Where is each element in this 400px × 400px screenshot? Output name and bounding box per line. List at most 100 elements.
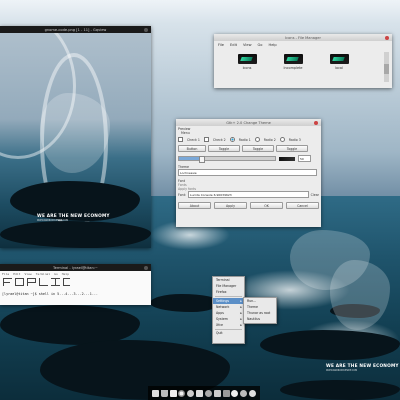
- folder-label: Icons: [242, 66, 252, 70]
- folder-item[interactable]: Incomplete: [282, 54, 304, 70]
- root-menu: Terminal File Manager Firefox Settings ▸ …: [212, 276, 245, 344]
- menu-terminal[interactable]: Terminal: [36, 272, 50, 276]
- folder-label: Incomplete: [283, 66, 303, 70]
- user-icon[interactable]: [231, 389, 239, 397]
- settings-submenu: Run... Theme Thunar as root Nautilus: [243, 297, 277, 324]
- scrollbar-thumb[interactable]: [384, 64, 389, 74]
- folder-icon: [329, 54, 349, 64]
- font-row: Font: Lucida Console 6.90039623 Clear: [178, 191, 319, 198]
- chevron-right-icon: ▸: [240, 316, 242, 321]
- window-titlebar[interactable]: Gtk+ 2.0 Change Theme: [176, 119, 321, 126]
- menu-help[interactable]: Help: [269, 43, 277, 47]
- window-title: Gtk+ 2.0 Change Theme: [226, 120, 271, 125]
- chevron-right-icon: ▸: [240, 310, 242, 315]
- window-titlebar[interactable]: Icons - File Manager: [214, 34, 392, 41]
- close-icon[interactable]: [144, 27, 148, 32]
- terminal-window[interactable]: Terminal - lyrael@titan:~ File Edit View…: [0, 264, 151, 305]
- window-title: gnome-code.png [1 - 11] - Gqview: [44, 27, 107, 32]
- menu-go[interactable]: Go: [258, 43, 263, 47]
- folder-item[interactable]: local: [328, 54, 350, 70]
- window-titlebar[interactable]: Terminal - lyrael@titan:~: [0, 264, 151, 271]
- terminal-command: shell in 5...4...3...2...1...: [38, 292, 98, 296]
- check-1-label: Check 1: [187, 137, 200, 142]
- apply-button[interactable]: Apply: [214, 202, 247, 209]
- preview-button[interactable]: Button: [178, 145, 206, 152]
- terminal-line: [lyrael@titan ~]$ shell in 5...4...3...2…: [0, 292, 151, 296]
- spin-field[interactable]: 50: [298, 155, 311, 162]
- button-row: Button Toggle Toggle Toggle: [178, 145, 319, 152]
- window-title: Icons - File Manager: [285, 35, 321, 40]
- terminal-icon[interactable]: [151, 389, 159, 397]
- radio-1-label: Radio 1: [238, 137, 251, 142]
- dialog-buttons: About Apply OK Cancel: [178, 202, 319, 209]
- chevron-right-icon: ▸: [240, 322, 242, 327]
- clear-button[interactable]: Clear: [311, 193, 319, 197]
- chevron-right-icon: ▸: [240, 304, 242, 309]
- close-icon[interactable]: [385, 35, 389, 40]
- radio-2-label: Radio 2: [263, 137, 276, 142]
- toggle-button-3[interactable]: Toggle: [276, 145, 308, 152]
- window-title: Terminal - lyrael@titan:~: [53, 265, 98, 270]
- preview-menu[interactable]: Menu: [178, 131, 319, 135]
- terminal-body[interactable]: File Edit View Terminal Go Help [lyrael@…: [0, 271, 151, 305]
- radio-2[interactable]: [254, 137, 260, 142]
- close-icon[interactable]: [314, 120, 318, 125]
- menu-file[interactable]: File: [218, 43, 224, 47]
- slider-fill: [179, 157, 201, 160]
- image-watermark: WE ARE THE NEW ECONOMY WWW.ANDROIDUPSIDE…: [37, 214, 110, 222]
- slider-row: 50: [178, 155, 319, 163]
- window-titlebar[interactable]: gnome-code.png [1 - 11] - Gqview: [0, 26, 151, 33]
- home-icon[interactable]: [169, 389, 177, 397]
- toggle-button-1[interactable]: Toggle: [208, 145, 240, 152]
- menu-help[interactable]: Help: [62, 272, 69, 276]
- desktop-watermark: WE ARE THE NEW ECONOMY WWW.ANDROIDUPSIDE…: [326, 364, 399, 372]
- firefox-icon[interactable]: [178, 389, 186, 397]
- about-button[interactable]: About: [178, 202, 211, 209]
- submenu-item-nautilus[interactable]: Nautilus: [244, 316, 276, 322]
- menu-go[interactable]: Go: [54, 272, 58, 276]
- font-field[interactable]: Lucida Console 6.90039623: [188, 191, 309, 198]
- preview-slider[interactable]: [178, 156, 276, 163]
- toggle-button-2[interactable]: Toggle: [242, 145, 274, 152]
- chevron-right-icon: ▸: [240, 298, 242, 303]
- theme-select[interactable]: Lochnessie: [178, 169, 317, 176]
- cancel-button[interactable]: Cancel: [286, 202, 319, 209]
- quit-icon[interactable]: [249, 389, 257, 397]
- menu-item-xfce[interactable]: Xfce ▸: [213, 322, 244, 328]
- trash-icon[interactable]: [160, 389, 168, 397]
- ok-button[interactable]: OK: [250, 202, 283, 209]
- menu-view[interactable]: View: [24, 272, 31, 276]
- close-icon[interactable]: [144, 265, 148, 270]
- chat-icon[interactable]: [187, 389, 195, 397]
- radio-3[interactable]: [279, 137, 285, 142]
- music-icon[interactable]: [204, 389, 212, 397]
- slider-handle[interactable]: [199, 156, 205, 163]
- gtk-body: Preview Menu Check 1 Check 2 Radio 1 Rad…: [176, 126, 321, 210]
- menu-file[interactable]: File: [2, 272, 9, 276]
- editor-icon[interactable]: [196, 389, 204, 397]
- folder-icon: [237, 54, 257, 64]
- menu-separator: [215, 328, 242, 329]
- image-canvas: WE ARE THE NEW ECONOMY WWW.ANDROIDUPSIDE…: [0, 33, 151, 248]
- menu-edit[interactable]: Edit: [230, 43, 237, 47]
- menu-item-firefox[interactable]: Firefox: [213, 289, 244, 295]
- file-manager-window[interactable]: Icons - File Manager File Edit View Go H…: [214, 34, 392, 88]
- check-1[interactable]: [178, 137, 183, 142]
- rock: [0, 221, 151, 248]
- photo-icon[interactable]: [213, 389, 221, 397]
- radio-1[interactable]: [229, 137, 235, 142]
- gtk-theme-window[interactable]: Gtk+ 2.0 Change Theme Preview Menu Check…: [176, 119, 321, 227]
- menu-view[interactable]: View: [243, 43, 252, 47]
- scrollbar[interactable]: [384, 52, 389, 82]
- file-list: Icons Incomplete local: [214, 48, 392, 70]
- check-2-label: Check 2: [212, 137, 226, 142]
- folder-item[interactable]: Icons: [236, 54, 258, 70]
- check-2[interactable]: [203, 137, 209, 142]
- radio-3-label: Radio 3: [288, 137, 301, 142]
- image-viewer-window[interactable]: gnome-code.png [1 - 11] - Gqview WE ARE …: [0, 26, 151, 248]
- menu-edit[interactable]: Edit: [13, 272, 20, 276]
- settings-icon[interactable]: [222, 389, 230, 397]
- terminal-prompt: [lyrael@titan ~]$: [2, 292, 37, 296]
- menu-item-quit[interactable]: Quit: [213, 330, 244, 336]
- gear-icon[interactable]: [240, 389, 248, 397]
